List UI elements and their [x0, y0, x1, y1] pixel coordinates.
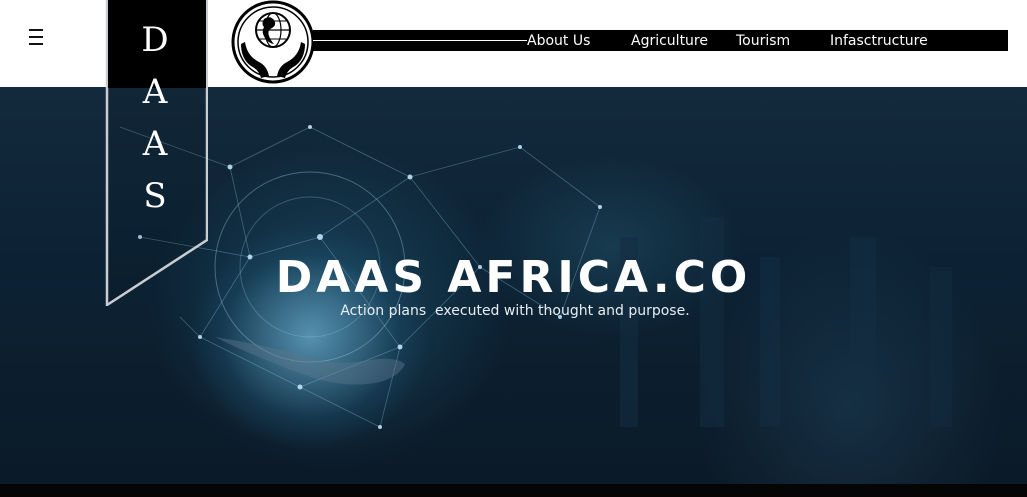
hero-title: DAAS AFRICA.CO: [275, 252, 752, 303]
nav-divider-line: [313, 40, 527, 41]
nav-link-agriculture[interactable]: Agriculture: [631, 32, 708, 50]
banner-letter: S: [143, 176, 167, 216]
banner-letter: D: [141, 20, 169, 60]
bottom-strip: [0, 484, 1027, 497]
globe-in-hands-icon[interactable]: [231, 0, 316, 85]
hamburger-menu-icon[interactable]: [27, 26, 47, 46]
nav-link-infrastructure[interactable]: Infasctructure: [830, 32, 928, 50]
hero-subtitle: Action plans executed with thought and p…: [340, 303, 690, 319]
banner-letter: A: [142, 124, 168, 164]
nav-link-about-us[interactable]: About Us: [527, 32, 590, 50]
nav-link-tourism[interactable]: Tourism: [736, 32, 790, 50]
banner-letter: A: [142, 72, 168, 112]
top-navigation: About Us Agriculture Tourism Infasctruct…: [313, 30, 1008, 51]
